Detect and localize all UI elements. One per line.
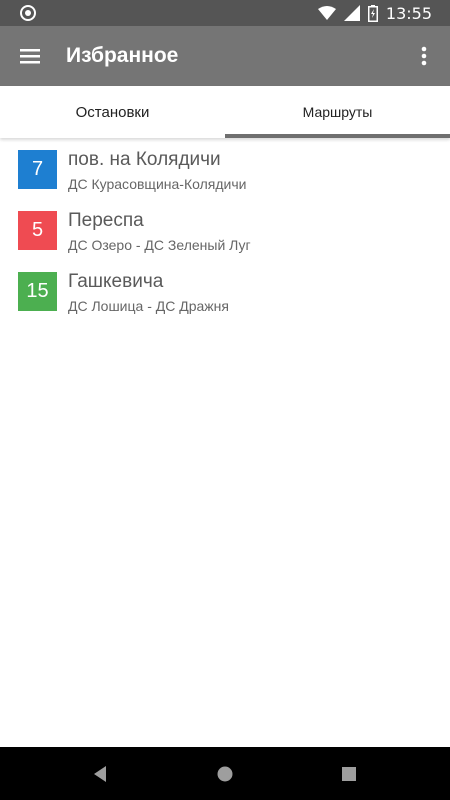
- home-icon[interactable]: [214, 763, 236, 785]
- wifi-icon: [317, 6, 336, 20]
- route-title: Гашкевича: [68, 271, 164, 292]
- route-title: пов. на Колядичи: [68, 149, 221, 170]
- tab-indicator: [225, 134, 450, 138]
- tab-bar: Остановки Маршруты: [0, 86, 450, 138]
- route-number-badge: 7: [18, 150, 57, 189]
- route-number-badge: 5: [18, 211, 57, 250]
- route-subtitle: ДС Озеро - ДС Зеленый Луг: [68, 237, 251, 253]
- signal-icon: [343, 5, 360, 21]
- app-bar: Избранное: [0, 26, 450, 86]
- status-bar: 13:55: [0, 0, 450, 26]
- navigation-bar: [0, 747, 450, 800]
- status-time: 13:55: [385, 3, 432, 23]
- recents-icon[interactable]: [338, 763, 360, 785]
- more-vert-icon[interactable]: [412, 44, 436, 68]
- route-number-badge: 15: [18, 272, 57, 311]
- tab-routes[interactable]: Маршруты: [225, 86, 450, 138]
- route-title: Переспа: [68, 210, 144, 231]
- route-subtitle: ДС Курасовщина-Колядичи: [68, 176, 247, 192]
- tab-stops[interactable]: Остановки: [0, 86, 225, 138]
- back-icon[interactable]: [89, 763, 111, 785]
- route-subtitle: ДС Лошица - ДС Дражня: [68, 298, 229, 314]
- battery-charging-icon: [367, 4, 378, 22]
- menu-icon[interactable]: [18, 44, 42, 68]
- status-icons: 13:55: [317, 0, 432, 26]
- notification-icon: [20, 5, 36, 21]
- page-title: Избранное: [66, 44, 179, 67]
- route-list-item[interactable]: 15 Гашкевича ДС Лошица - ДС Дражня: [0, 264, 450, 325]
- route-list-item[interactable]: 7 пов. на Колядичи ДС Курасовщина-Коляди…: [0, 142, 450, 203]
- route-list-item[interactable]: 5 Переспа ДС Озеро - ДС Зеленый Луг: [0, 203, 450, 264]
- favorite-routes-list: 7 пов. на Колядичи ДС Курасовщина-Коляди…: [0, 142, 450, 325]
